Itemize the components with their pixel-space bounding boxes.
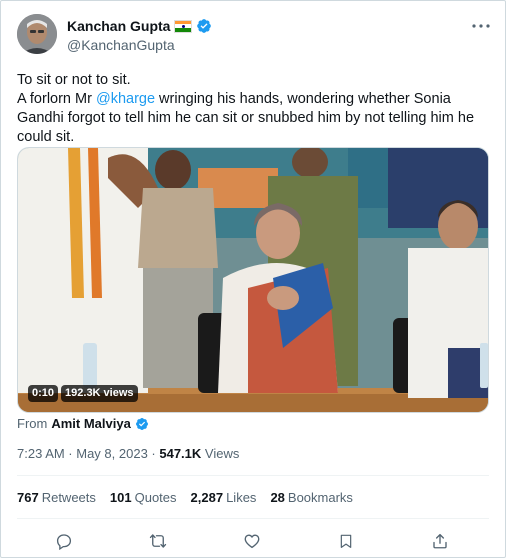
tweet-timestamp[interactable]: 7:23 AM · May 8, 2023 ·: [17, 446, 159, 461]
tweet-card: Kanchan Gupta @KanchanGupta To sit or no…: [0, 0, 506, 558]
quotes-stat[interactable]: 101 Quotes: [110, 490, 177, 506]
verified-badge-icon: [197, 19, 212, 33]
retweets-stat[interactable]: 767 Retweets: [17, 490, 96, 506]
retweets-label: Retweets: [41, 490, 96, 505]
retweets-count: 767: [17, 490, 39, 505]
retweet-icon[interactable]: [148, 531, 168, 551]
bookmarks-label: Bookmarks: [287, 490, 353, 505]
tweet-line-1: To sit or not to sit.: [17, 72, 131, 88]
video-badge: 0:10 192.3K views: [28, 385, 138, 402]
video-player[interactable]: 0:10 192.3K views: [17, 147, 489, 413]
media-source: From Amit Malviya: [17, 416, 149, 432]
video-views: 192.3K views: [61, 385, 138, 402]
divider: [17, 518, 489, 519]
mention-link[interactable]: @kharge: [96, 91, 155, 107]
views-label: Views: [201, 446, 240, 461]
avatar[interactable]: [17, 14, 57, 54]
tweet-stats: 767 Retweets 101 Quotes 2,287 Likes 28 Bookm…: [17, 490, 353, 506]
share-icon[interactable]: [430, 531, 450, 551]
divider: [17, 475, 489, 476]
bookmarks-count: 28: [270, 490, 285, 505]
likes-count: 2,287: [190, 490, 224, 505]
author-name[interactable]: Kanchan Gupta: [67, 17, 170, 35]
quotes-count: 101: [109, 490, 132, 505]
tweet-meta: 7:23 AM · May 8, 2023 · 547.1K Views: [17, 446, 239, 462]
video-frame: [18, 148, 488, 412]
like-icon[interactable]: [242, 531, 262, 551]
tweet-text: To sit or not to sit. A forlorn Mr @khar…: [17, 71, 479, 147]
author-handle[interactable]: @KanchanGupta: [67, 36, 175, 54]
india-flag-icon: [174, 19, 193, 33]
verified-badge-icon: [135, 418, 148, 430]
media-source-prefix: From: [17, 416, 48, 431]
likes-label: Likes: [226, 490, 257, 505]
media-source-name[interactable]: Amit Malviya: [51, 416, 130, 432]
quotes-label: Quotes: [134, 490, 177, 505]
reply-icon[interactable]: [54, 531, 74, 551]
action-bar: [17, 531, 487, 551]
video-duration: 0:10: [28, 385, 59, 402]
author-name-row[interactable]: Kanchan Gupta: [67, 17, 212, 35]
views-count: 547.1K: [159, 446, 202, 461]
likes-stat[interactable]: 2,287 Likes: [191, 490, 257, 506]
more-options-icon[interactable]: [471, 19, 491, 33]
bookmark-icon[interactable]: [336, 531, 356, 551]
bookmarks-stat[interactable]: 28 Bookmarks: [270, 490, 353, 506]
tweet-line-2: A forlorn Mr @kharge wringing his hands,…: [17, 90, 479, 147]
tweet-text-prefix: A forlorn Mr: [17, 91, 96, 107]
